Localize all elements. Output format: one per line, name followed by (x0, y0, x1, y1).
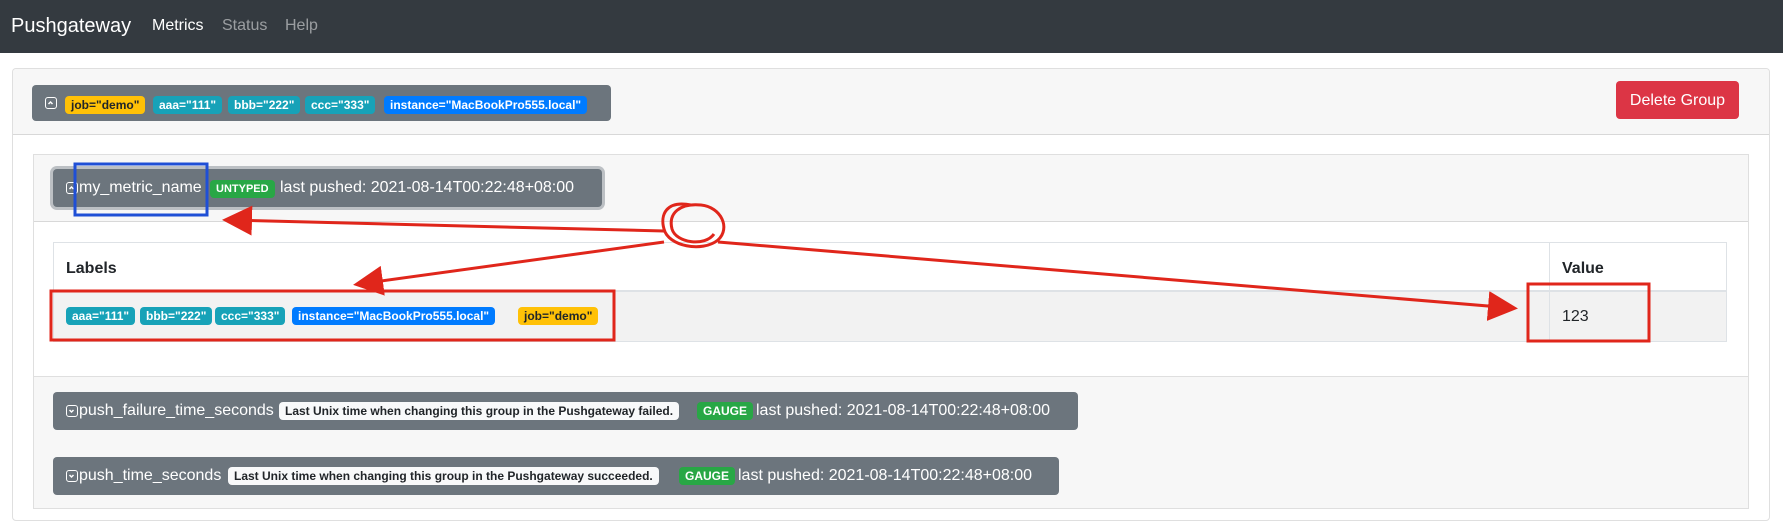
nav-metrics[interactable]: Metrics (152, 16, 204, 36)
group-header: job="demo" aaa="111" bbb="222" ccc="333"… (13, 69, 1769, 135)
metric-card: push_failure_time_seconds Last Unix time… (33, 376, 1749, 444)
metric-help-badge: Last Unix time when changing this group … (279, 402, 680, 420)
table-row: aaa="111" bbb="222" ccc="333" instance="… (54, 292, 1726, 341)
metric-name: my_metric_name (79, 179, 202, 196)
metric-header: push_time_seconds Last Unix time when ch… (34, 442, 1748, 508)
column-header-labels: Labels (66, 260, 117, 277)
expand-icon (66, 405, 78, 417)
group-label-badge: bbb="222" (228, 96, 301, 114)
metric-header: my_metric_name UNTYPED last pushed: 2021… (34, 155, 1748, 222)
group-label-badge: ccc="333" (305, 96, 376, 114)
group-card: job="demo" aaa="111" bbb="222" ccc="333"… (12, 68, 1770, 521)
sample-label-badge: job="demo" (518, 307, 599, 325)
last-pushed-text: last pushed: 2021-08-14T00:22:48+08:00 (738, 467, 1033, 484)
metric-card: push_time_seconds Last Unix time when ch… (33, 442, 1749, 509)
group-label-badge: job="demo" (65, 96, 146, 114)
sample-value: 123 (1562, 308, 1589, 325)
sample-label-badge: bbb="222" (140, 307, 213, 325)
last-pushed-text: last pushed: 2021-08-14T00:22:48+08:00 (756, 402, 1051, 419)
metric-type-badge: UNTYPED (210, 180, 275, 198)
expand-icon (66, 470, 78, 482)
sample-label-badge: instance="MacBookPro555.local" (292, 307, 496, 325)
metric-name: push_time_seconds (79, 467, 222, 484)
metric-name: push_failure_time_seconds (79, 402, 274, 419)
metric-toggle-button[interactable]: push_failure_time_seconds Last Unix time… (53, 392, 1078, 430)
group-toggle-button[interactable]: job="demo" aaa="111" bbb="222" ccc="333"… (32, 85, 611, 121)
metric-type-badge: GAUGE (697, 402, 754, 420)
brand-link[interactable]: Pushgateway (11, 14, 131, 38)
metric-toggle-button[interactable]: my_metric_name UNTYPED last pushed: 2021… (53, 169, 602, 207)
sample-label-badge: ccc="333" (215, 307, 286, 325)
nav-help[interactable]: Help (285, 16, 318, 36)
table-header: Labels Value (54, 243, 1726, 292)
collapse-icon (66, 182, 78, 194)
group-label-badge: aaa="111" (153, 96, 223, 114)
sample-label-badge: aaa="111" (66, 307, 136, 325)
group-label-badge: instance="MacBookPro555.local" (384, 96, 588, 114)
metric-card: my_metric_name UNTYPED last pushed: 2021… (33, 154, 1749, 378)
metric-help-badge: Last Unix time when changing this group … (228, 467, 659, 485)
metric-table: Labels Value aaa="111" bbb="222" ccc="33… (53, 242, 1727, 342)
collapse-icon (45, 97, 57, 109)
navbar: Pushgateway Metrics Status Help (0, 0, 1783, 53)
metric-type-badge: GAUGE (679, 467, 736, 485)
metric-header: push_failure_time_seconds Last Unix time… (34, 377, 1748, 443)
column-header-value: Value (1562, 260, 1604, 277)
delete-group-button[interactable]: Delete Group (1616, 81, 1739, 119)
nav-status[interactable]: Status (222, 16, 267, 36)
metric-toggle-button[interactable]: push_time_seconds Last Unix time when ch… (53, 457, 1059, 495)
column-divider (1549, 243, 1550, 341)
last-pushed-text: last pushed: 2021-08-14T00:22:48+08:00 (280, 179, 575, 196)
